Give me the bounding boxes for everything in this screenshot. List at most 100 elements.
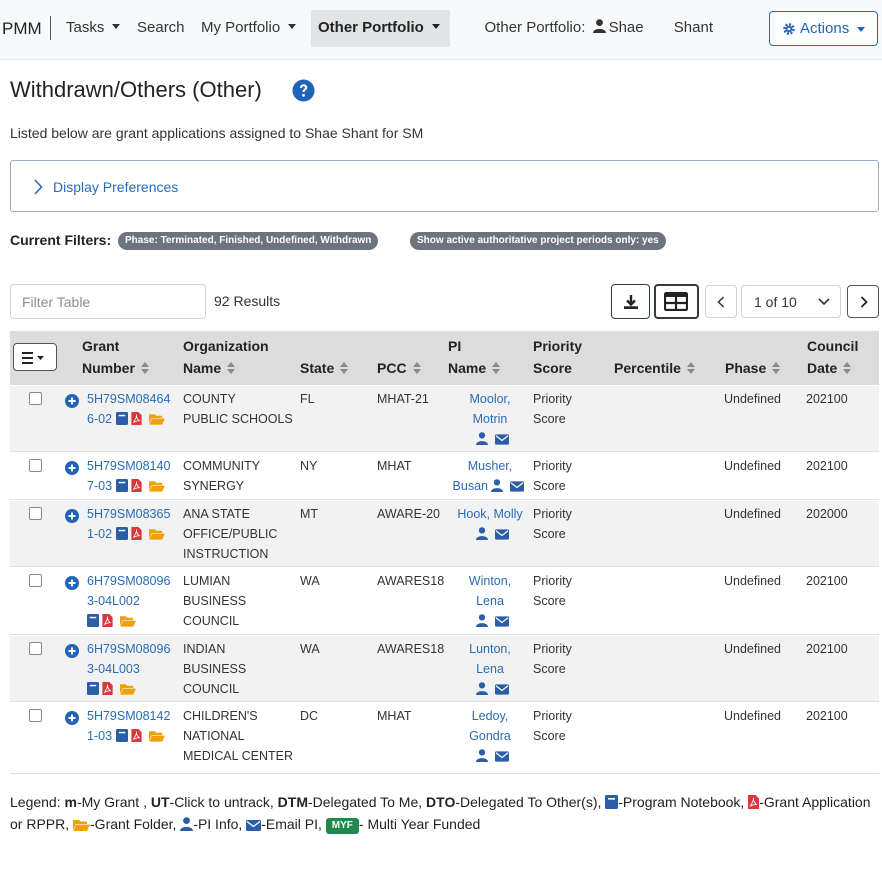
prev-page-button[interactable] bbox=[705, 285, 737, 318]
grant-number-line2[interactable]: 6-02 bbox=[87, 412, 112, 426]
folder-icon[interactable] bbox=[148, 413, 165, 425]
user-icon[interactable] bbox=[491, 479, 504, 492]
grant-number-line1[interactable]: 6H79SM08096 bbox=[87, 571, 179, 591]
row-checkbox[interactable] bbox=[29, 459, 42, 472]
plus-circle-icon[interactable] bbox=[65, 461, 79, 475]
pdf-icon[interactable] bbox=[130, 412, 142, 425]
pi-name-line1[interactable]: Ledoy, bbox=[447, 706, 533, 726]
pdf-icon[interactable] bbox=[130, 479, 142, 492]
folder-icon[interactable] bbox=[120, 683, 136, 695]
envelope-icon[interactable] bbox=[510, 481, 525, 492]
display-preferences-toggle[interactable]: Display Preferences bbox=[10, 160, 879, 212]
pdf-icon[interactable] bbox=[130, 527, 142, 540]
grant-number-line2[interactable]: 3-04L003 bbox=[87, 659, 179, 679]
plus-circle-icon[interactable] bbox=[65, 576, 79, 590]
col-header-priority-l2: Score bbox=[533, 360, 572, 376]
folder-icon[interactable] bbox=[120, 615, 136, 627]
grant-number-line1[interactable]: 6H79SM08096 bbox=[87, 639, 179, 659]
col-header-pcc[interactable]: PCC bbox=[377, 357, 421, 379]
download-button[interactable] bbox=[611, 284, 650, 319]
user-icon[interactable] bbox=[476, 527, 488, 540]
row-checkbox[interactable] bbox=[29, 507, 42, 520]
grant-number-line1[interactable]: 5H79SM08142 bbox=[87, 706, 179, 726]
user-icon[interactable] bbox=[476, 432, 488, 445]
col-header-priority-score[interactable]: Priority Score bbox=[533, 335, 582, 379]
user-icon[interactable] bbox=[476, 749, 488, 762]
page-select[interactable]: 1 of 10 bbox=[741, 285, 841, 318]
notebook-icon[interactable] bbox=[115, 412, 128, 425]
council-date-cell: 202100 bbox=[806, 709, 848, 723]
row-checkbox[interactable] bbox=[29, 709, 42, 722]
envelope-icon[interactable] bbox=[495, 751, 509, 762]
plus-circle-icon[interactable] bbox=[65, 711, 79, 725]
pdf-icon[interactable] bbox=[102, 614, 113, 627]
grant-number-cell: 5H79SM08140 7-03 bbox=[87, 456, 179, 496]
col-header-org-l2: Name bbox=[183, 360, 222, 376]
organization-cell: INDIAN BUSINESS COUNCIL bbox=[183, 639, 295, 699]
notebook-icon[interactable] bbox=[87, 682, 99, 695]
folder-icon[interactable] bbox=[148, 528, 165, 540]
plus-circle-icon[interactable] bbox=[65, 509, 79, 523]
column-menu-button[interactable] bbox=[13, 343, 57, 371]
user-icon[interactable] bbox=[476, 682, 488, 695]
pdf-icon[interactable] bbox=[130, 729, 142, 742]
plus-circle-icon[interactable] bbox=[65, 644, 79, 658]
pi-name-line1[interactable]: Musher, bbox=[447, 456, 533, 476]
nav-tasks[interactable]: Tasks bbox=[66, 19, 121, 36]
notebook-icon[interactable] bbox=[115, 527, 128, 540]
nav-other-portfolio-label[interactable]: Other Portfolio bbox=[318, 19, 440, 36]
next-page-button[interactable] bbox=[847, 285, 879, 318]
folder-icon[interactable] bbox=[148, 730, 165, 742]
envelope-icon[interactable] bbox=[495, 529, 509, 540]
nav-search[interactable]: Search bbox=[137, 19, 185, 36]
nav-my-portfolio[interactable]: My Portfolio bbox=[201, 19, 297, 36]
actions-button[interactable]: Actions bbox=[769, 11, 878, 46]
state-cell: FL bbox=[300, 392, 315, 406]
envelope-icon[interactable] bbox=[495, 434, 509, 445]
grant-number-line2[interactable]: 7-03 bbox=[87, 479, 112, 493]
col-header-state[interactable]: State bbox=[300, 357, 349, 379]
grid-view-button[interactable] bbox=[654, 284, 699, 319]
pi-name-line2[interactable]: Gondra bbox=[447, 726, 533, 746]
folder-icon[interactable] bbox=[148, 480, 165, 492]
grant-number-line2[interactable]: 1-02 bbox=[87, 527, 112, 541]
sort-icon bbox=[492, 362, 501, 374]
row-checkbox[interactable] bbox=[29, 642, 42, 655]
grant-number-line2[interactable]: 1-03 bbox=[87, 729, 112, 743]
pi-name-line1[interactable]: Lunton, bbox=[447, 639, 533, 659]
sort-icon bbox=[340, 362, 349, 374]
col-header-council-date[interactable]: Council Date bbox=[807, 335, 858, 379]
grant-number-line2[interactable]: 3-04L002 bbox=[87, 591, 179, 611]
notebook-icon[interactable] bbox=[87, 614, 99, 627]
pi-name-line2[interactable]: Lena bbox=[447, 591, 533, 611]
grant-number-cell: 6H79SM08096 3-04L002 bbox=[87, 571, 179, 631]
envelope-icon[interactable] bbox=[495, 684, 509, 695]
user-icon[interactable] bbox=[476, 614, 488, 627]
notebook-icon[interactable] bbox=[115, 479, 128, 492]
filter-table-input[interactable] bbox=[10, 284, 206, 319]
help-icon[interactable] bbox=[292, 79, 315, 102]
pi-name-line1[interactable]: Hook, Molly bbox=[447, 504, 533, 524]
pi-name-line1[interactable]: Moolor, bbox=[447, 389, 533, 409]
col-header-grant-number[interactable]: Grant Number bbox=[82, 335, 149, 379]
row-checkbox[interactable] bbox=[29, 574, 42, 587]
notebook-icon[interactable] bbox=[115, 729, 128, 742]
pdf-icon[interactable] bbox=[102, 682, 113, 695]
brand-logo[interactable]: PMM bbox=[2, 19, 42, 39]
col-header-organization[interactable]: Organization Name bbox=[183, 335, 269, 379]
pi-name-line2[interactable]: Lena bbox=[447, 659, 533, 679]
envelope-icon[interactable] bbox=[495, 616, 509, 627]
pi-name-line1[interactable]: Winton, bbox=[447, 571, 533, 591]
row-checkbox[interactable] bbox=[29, 392, 42, 405]
pi-name-line2[interactable]: Busan bbox=[453, 479, 488, 493]
pi-name-line2[interactable]: Motrin bbox=[447, 409, 533, 429]
council-date-cell: 202100 bbox=[806, 574, 848, 588]
grant-number-line1[interactable]: 5H79SM08464 bbox=[87, 389, 179, 409]
col-header-phase[interactable]: Phase bbox=[725, 357, 781, 379]
grant-number-line1[interactable]: 5H79SM08140 bbox=[87, 456, 179, 476]
plus-circle-icon[interactable] bbox=[65, 394, 79, 408]
grant-number-line1[interactable]: 5H79SM08365 bbox=[87, 504, 179, 524]
col-header-pi-name[interactable]: PI Name bbox=[448, 335, 501, 379]
col-header-percentile[interactable]: Percentile bbox=[614, 357, 695, 379]
page-select-value: 1 of 10 bbox=[754, 294, 797, 310]
